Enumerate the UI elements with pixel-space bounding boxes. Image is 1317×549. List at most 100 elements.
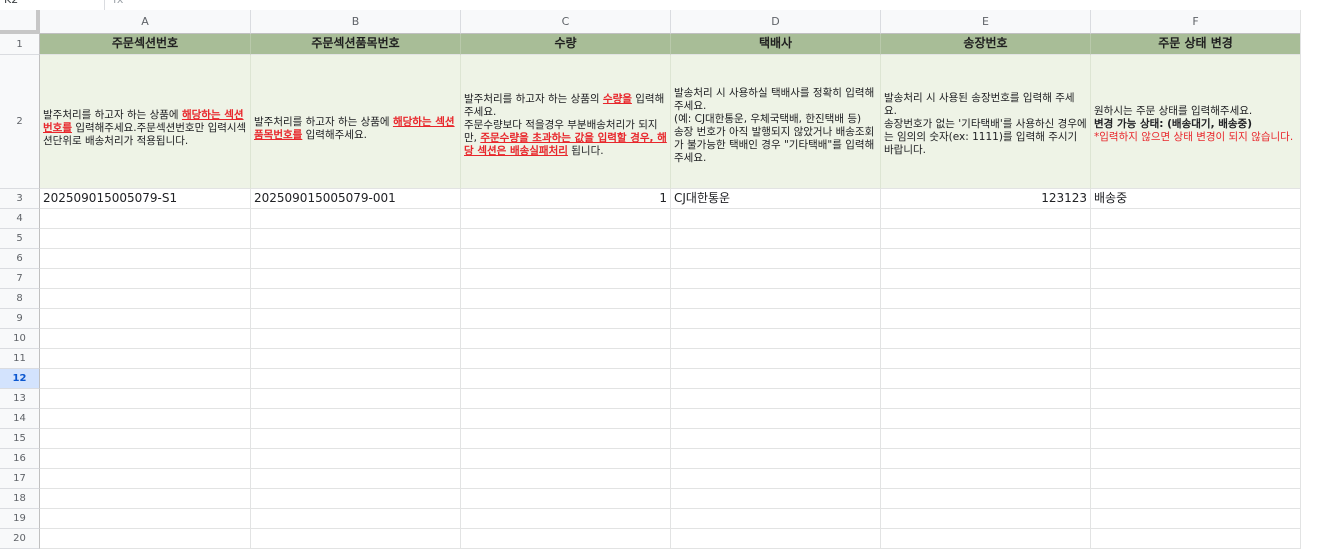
cell-d11[interactable] (671, 349, 881, 369)
cell-a13[interactable] (40, 389, 251, 409)
cell-d4[interactable] (671, 209, 881, 229)
cell-f13[interactable] (1091, 389, 1301, 409)
cell-e6[interactable] (881, 249, 1091, 269)
header-cell-d1[interactable]: 택배사 (671, 34, 881, 55)
cell-e3[interactable]: 123123 (881, 189, 1091, 209)
row-header-3[interactable]: 3 (0, 189, 40, 209)
description-cell-d2[interactable]: 발송처리 시 사용하실 택배사를 정확히 입력해 주세요. (예: CJ대한통운… (671, 55, 881, 189)
cell-c7[interactable] (461, 269, 671, 289)
description-cell-e2[interactable]: 발송처리 시 사용된 송장번호를 입력해 주세요. 송장번호가 없는 '기타택배… (881, 55, 1091, 189)
cell-c13[interactable] (461, 389, 671, 409)
cell-d9[interactable] (671, 309, 881, 329)
cell-a7[interactable] (40, 269, 251, 289)
cell-e7[interactable] (881, 269, 1091, 289)
cell-e11[interactable] (881, 349, 1091, 369)
row-header-6[interactable]: 6 (0, 249, 40, 269)
cell-c6[interactable] (461, 249, 671, 269)
name-box[interactable]: K2 (4, 0, 18, 6)
cell-a6[interactable] (40, 249, 251, 269)
cell-f6[interactable] (1091, 249, 1301, 269)
row-header-8[interactable]: 8 (0, 289, 40, 309)
cell-a9[interactable] (40, 309, 251, 329)
column-header-a[interactable]: A (40, 10, 251, 34)
cell-f16[interactable] (1091, 449, 1301, 469)
select-all-corner[interactable] (0, 10, 40, 34)
cell-d13[interactable] (671, 389, 881, 409)
cell-d14[interactable] (671, 409, 881, 429)
row-header-12[interactable]: 12 (0, 369, 40, 389)
cell-d16[interactable] (671, 449, 881, 469)
cell-a5[interactable] (40, 229, 251, 249)
cell-f7[interactable] (1091, 269, 1301, 289)
cell-c9[interactable] (461, 309, 671, 329)
cell-e8[interactable] (881, 289, 1091, 309)
cell-e20[interactable] (881, 529, 1091, 549)
cell-b14[interactable] (251, 409, 461, 429)
empty-column-g[interactable] (1300, 10, 1317, 549)
column-header-f[interactable]: F (1091, 10, 1301, 34)
row-header-15[interactable]: 15 (0, 429, 40, 449)
cell-d3[interactable]: CJ대한통운 (671, 189, 881, 209)
cell-f19[interactable] (1091, 509, 1301, 529)
description-cell-c2[interactable]: 발주처리를 하고자 하는 상품의 수량을 입력해주세요. 주문수량보다 적을경우… (461, 55, 671, 189)
cell-e18[interactable] (881, 489, 1091, 509)
cell-e15[interactable] (881, 429, 1091, 449)
cell-d19[interactable] (671, 509, 881, 529)
cell-b10[interactable] (251, 329, 461, 349)
cell-f14[interactable] (1091, 409, 1301, 429)
cell-f4[interactable] (1091, 209, 1301, 229)
row-header-20[interactable]: 20 (0, 529, 40, 549)
cell-b4[interactable] (251, 209, 461, 229)
cell-c12[interactable] (461, 369, 671, 389)
cell-a17[interactable] (40, 469, 251, 489)
header-cell-c1[interactable]: 수량 (461, 34, 671, 55)
cell-a14[interactable] (40, 409, 251, 429)
description-cell-b2[interactable]: 발주처리를 하고자 하는 상품에 해당하는 섹션품목번호를 입력해주세요. (251, 55, 461, 189)
row-header-1[interactable]: 1 (0, 34, 40, 55)
cell-a15[interactable] (40, 429, 251, 449)
cell-d6[interactable] (671, 249, 881, 269)
cell-d18[interactable] (671, 489, 881, 509)
cell-b5[interactable] (251, 229, 461, 249)
row-header-4[interactable]: 4 (0, 209, 40, 229)
row-header-19[interactable]: 19 (0, 509, 40, 529)
cell-d15[interactable] (671, 429, 881, 449)
cell-b17[interactable] (251, 469, 461, 489)
row-header-17[interactable]: 17 (0, 469, 40, 489)
cell-b7[interactable] (251, 269, 461, 289)
cell-c15[interactable] (461, 429, 671, 449)
row-header-7[interactable]: 7 (0, 269, 40, 289)
cell-e14[interactable] (881, 409, 1091, 429)
cell-b13[interactable] (251, 389, 461, 409)
cell-b16[interactable] (251, 449, 461, 469)
cell-e5[interactable] (881, 229, 1091, 249)
cell-f17[interactable] (1091, 469, 1301, 489)
header-cell-e1[interactable]: 송장번호 (881, 34, 1091, 55)
cell-c20[interactable] (461, 529, 671, 549)
cell-a8[interactable] (40, 289, 251, 309)
cell-b11[interactable] (251, 349, 461, 369)
header-cell-f1[interactable]: 주문 상태 변경 (1091, 34, 1301, 55)
cell-e19[interactable] (881, 509, 1091, 529)
cell-d20[interactable] (671, 529, 881, 549)
cell-f15[interactable] (1091, 429, 1301, 449)
cell-e13[interactable] (881, 389, 1091, 409)
cell-c3[interactable]: 1 (461, 189, 671, 209)
cell-f18[interactable] (1091, 489, 1301, 509)
cell-b15[interactable] (251, 429, 461, 449)
cell-f11[interactable] (1091, 349, 1301, 369)
column-header-c[interactable]: C (461, 10, 671, 34)
cell-e12[interactable] (881, 369, 1091, 389)
cell-d17[interactable] (671, 469, 881, 489)
cell-f12[interactable] (1091, 369, 1301, 389)
cell-d5[interactable] (671, 229, 881, 249)
cell-a3[interactable]: 202509015005079-S1 (40, 189, 251, 209)
cell-b9[interactable] (251, 309, 461, 329)
cell-a10[interactable] (40, 329, 251, 349)
cell-c14[interactable] (461, 409, 671, 429)
cell-d12[interactable] (671, 369, 881, 389)
cell-e9[interactable] (881, 309, 1091, 329)
cell-d8[interactable] (671, 289, 881, 309)
cell-b20[interactable] (251, 529, 461, 549)
description-cell-f2[interactable]: 원하시는 주문 상태를 입력해주세요. 변경 가능 상태: (배송대기, 배송중… (1091, 55, 1301, 189)
